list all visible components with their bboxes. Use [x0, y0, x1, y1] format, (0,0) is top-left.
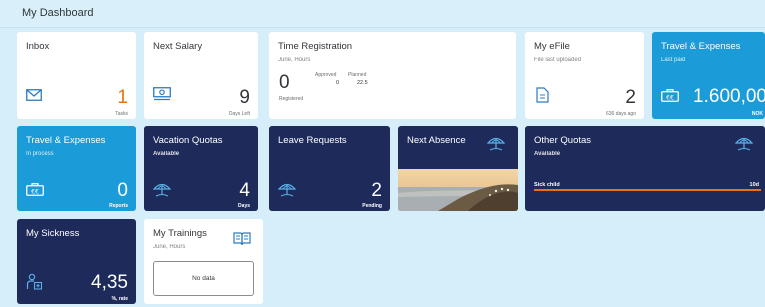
envelope-icon [26, 89, 42, 101]
registered-label: Registered [279, 96, 304, 102]
tile-subtitle: File last uploaded [534, 57, 582, 63]
tile-title: Other Quotas [534, 135, 592, 146]
registered-value: 0 [279, 72, 290, 93]
tile-title: My eFile [534, 41, 570, 52]
beach-umbrella-icon [278, 183, 296, 197]
tile-vacation-quotas[interactable]: Vacation Quotas Available 4 Days [144, 126, 258, 211]
vacation-unit: Days [238, 203, 250, 209]
tile-title: Next Absence [407, 135, 466, 146]
approved-value: 0 [336, 80, 340, 86]
tile-title: Vacation Quotas [153, 135, 223, 146]
inbox-unit: Tasks [115, 111, 128, 117]
tile-subtitle: Available [153, 151, 180, 157]
no-data-box: No data [153, 261, 254, 296]
tile-title: Travel & Expenses [26, 135, 106, 146]
page-title: My Dashboard [22, 7, 94, 19]
travel-paid-currency: NOK [751, 111, 763, 117]
tile-subtitle: June, Hours [153, 244, 186, 250]
beach-umbrella-icon [735, 137, 753, 151]
tile-subtitle: In process [26, 151, 54, 157]
tile-title: My Trainings [153, 228, 207, 239]
tile-title: Inbox [26, 41, 50, 52]
beach-umbrella-icon [487, 137, 505, 151]
tile-subtitle: Last paid [661, 57, 686, 63]
tile-my-efile[interactable]: My eFile File last uploaded 2 636 days a… [525, 32, 644, 119]
travel-expense-icon: €€ [26, 183, 44, 196]
tile-my-sickness[interactable]: My Sickness 4,35 %, rate [17, 219, 136, 304]
efile-unit: 636 days ago [605, 111, 636, 117]
salary-days: 9 [239, 87, 250, 108]
quota-bar-label: Sick child [534, 182, 560, 188]
planned-label: Planned [348, 72, 367, 78]
quota-progress-track [534, 189, 761, 191]
svg-text:€€: €€ [666, 95, 674, 102]
travel-process-unit: Reports [109, 203, 128, 209]
quota-bar-value: 10d [749, 182, 759, 188]
quota-progress-fill [534, 189, 761, 191]
tile-title: Next Salary [153, 41, 203, 52]
money-bills-icon [153, 87, 171, 101]
tile-title: My Sickness [26, 228, 80, 239]
tile-time-registration[interactable]: Time Registration June, Hours 0 Register… [269, 32, 516, 119]
tile-travel-expenses-paid[interactable]: Travel & Expenses Last paid €€ 1.600,00 … [652, 32, 765, 119]
book-icon [233, 232, 251, 246]
inbox-count: 1 [117, 87, 128, 108]
salary-unit: Days Left [228, 111, 250, 117]
tile-next-absence[interactable]: Next Absence [398, 126, 518, 211]
leave-pending-unit: Pending [362, 203, 382, 209]
tile-title: Time Registration [278, 41, 353, 52]
leave-pending-count: 2 [371, 180, 382, 201]
vacation-days: 4 [239, 180, 250, 201]
planned-value: 22.5 [357, 80, 368, 86]
tile-subtitle: June, Hours [278, 57, 311, 63]
no-data-text: No data [192, 275, 215, 282]
tile-subtitle: Available [534, 151, 561, 157]
tile-travel-expenses-process[interactable]: Travel & Expenses In process €€ 0 Report… [17, 126, 136, 211]
sickness-rate: 4,35 [91, 272, 128, 293]
beach-umbrella-icon [153, 183, 171, 197]
tile-my-trainings[interactable]: My Trainings June, Hours No data [144, 219, 263, 304]
travel-paid-amount: 1.600,00 [693, 86, 765, 107]
coastal-landscape-image [398, 169, 518, 211]
tile-other-quotas[interactable]: Other Quotas Available Sick child 10d [525, 126, 765, 211]
tile-next-salary[interactable]: Next Salary 9 Days Left [144, 32, 258, 119]
document-icon [536, 87, 549, 103]
travel-process-count: 0 [117, 180, 128, 201]
tile-title: Leave Requests [278, 135, 347, 146]
tile-inbox[interactable]: Inbox 1 Tasks [17, 32, 136, 119]
sick-person-icon [26, 273, 43, 290]
tile-leave-requests[interactable]: Leave Requests 2 Pending [269, 126, 390, 211]
svg-text:€€: €€ [31, 189, 39, 196]
efile-count: 2 [625, 87, 636, 108]
travel-expense-icon: €€ [661, 89, 679, 102]
dashboard-header: My Dashboard [0, 0, 765, 28]
approved-label: Approved [315, 72, 337, 78]
tile-title: Travel & Expenses [661, 41, 741, 52]
sickness-unit: %, rate [111, 296, 128, 302]
